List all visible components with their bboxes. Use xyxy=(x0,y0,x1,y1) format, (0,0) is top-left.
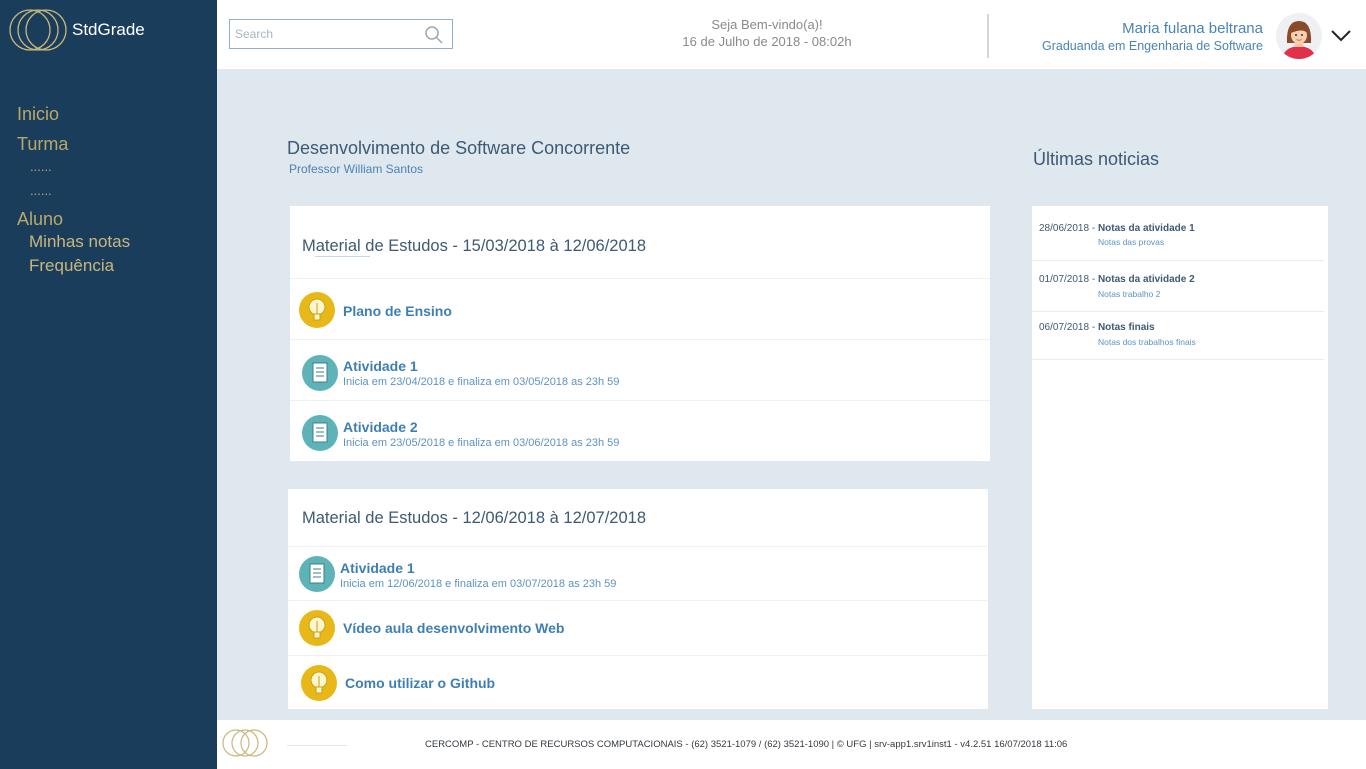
news-date: 01/07/2018 - xyxy=(1039,274,1098,285)
sidebar-item-aluno[interactable]: Aluno xyxy=(17,208,130,230)
sidebar-item-frequencia[interactable]: Frequência xyxy=(29,254,130,278)
search-box xyxy=(229,19,453,49)
logo-icon xyxy=(9,9,67,51)
item-title[interactable]: Atividade 1 xyxy=(343,358,619,374)
brand[interactable]: StdGrade xyxy=(8,8,145,52)
sidebar-nav: Inicio Turma ...... ...... Aluno Minhas … xyxy=(17,103,130,278)
list-item[interactable]: Atividade 2 Inicia em 23/05/2018 e final… xyxy=(290,400,990,461)
news-item[interactable]: 06/07/2018 - Notas finais Notas dos trab… xyxy=(1032,312,1324,360)
course-title: Desenvolvimento de Software Concorrente xyxy=(287,138,631,158)
user-info[interactable]: Maria fulana beltrana Graduanda em Engen… xyxy=(1042,20,1263,54)
news-headline: Notas finais xyxy=(1097,322,1155,333)
list-item[interactable]: Atividade 1 Inicia em 23/04/2018 e final… xyxy=(290,339,990,400)
header-divider xyxy=(987,14,989,58)
document-icon xyxy=(299,556,335,592)
item-title[interactable]: Vídeo aula desenvolvimento Web xyxy=(343,620,564,636)
lightbulb-icon xyxy=(299,610,335,646)
welcome-text: Seja Bem-vindo(a)! xyxy=(711,17,823,32)
document-icon xyxy=(302,415,338,451)
sidebar-item-turma[interactable]: Turma xyxy=(17,133,130,155)
welcome-block: Seja Bem-vindo(a)! 16 de Julho de 2018 -… xyxy=(637,16,897,50)
user-name: Maria fulana beltrana xyxy=(1122,20,1263,37)
item-subtitle: Inicia em 23/04/2018 e finaliza em 03/05… xyxy=(343,376,620,388)
footer-logo-icon xyxy=(222,729,268,757)
course-professor: Professor William Santos xyxy=(289,162,424,176)
list-item[interactable]: Plano de Ensino xyxy=(290,278,990,339)
sidebar-item-turma-1[interactable]: ...... xyxy=(30,155,130,179)
search-icon[interactable] xyxy=(424,25,444,50)
material-card-2: Material de Estudos - 12/06/2018 à 12/07… xyxy=(288,489,988,709)
lightbulb-icon xyxy=(299,292,335,328)
item-title[interactable]: Como utilizar o Github xyxy=(345,675,495,691)
user-role: Graduanda em Engenharia de Software xyxy=(1042,39,1263,53)
lightbulb-icon xyxy=(301,665,337,701)
news-subtitle: Notas dos trabalhos finais xyxy=(1098,337,1196,347)
header: Seja Bem-vindo(a)! 16 de Julho de 2018 -… xyxy=(217,0,1366,69)
list-item[interactable]: Como utilizar o Github xyxy=(288,655,988,709)
current-date: 16 de Julho de 2018 - 08:02h xyxy=(682,34,852,49)
list-item[interactable]: Atividade 1 Inicia em 12/06/2018 e final… xyxy=(288,546,988,600)
news-panel: 28/06/2018 - Notas da atividade 1 Notas … xyxy=(1032,206,1328,709)
news-date: 28/06/2018 - xyxy=(1039,223,1098,234)
sidebar-item-turma-2[interactable]: ...... xyxy=(30,179,130,203)
news-subtitle: Notas das provas xyxy=(1098,237,1165,247)
item-title[interactable]: Plano de Ensino xyxy=(343,303,452,319)
item-title[interactable]: Atividade 2 xyxy=(343,419,619,435)
card-title: Material de Estudos - 15/03/2018 à 12/06… xyxy=(302,237,646,255)
sidebar-item-minhas-notas[interactable]: Minhas notas xyxy=(29,230,130,254)
footer-divider xyxy=(287,745,347,746)
news-headline: Notas da atividade 1 xyxy=(1097,223,1195,234)
item-title[interactable]: Atividade 1 xyxy=(340,560,616,576)
document-icon xyxy=(302,355,338,391)
chevron-down-icon[interactable] xyxy=(1330,29,1352,48)
item-subtitle: Inicia em 23/05/2018 e finaliza em 03/06… xyxy=(343,437,620,449)
card-title: Material de Estudos - 12/06/2018 à 12/07… xyxy=(302,509,646,527)
footer-text: CERCOMP - CENTRO DE RECURSOS COMPUTACION… xyxy=(425,739,1068,750)
news-headline: Notas da atividade 2 xyxy=(1097,274,1195,285)
title-underline xyxy=(315,256,370,257)
news-title: Últimas noticias xyxy=(1033,149,1160,169)
footer: CERCOMP - CENTRO DE RECURSOS COMPUTACION… xyxy=(217,720,1366,769)
search-input[interactable] xyxy=(230,21,420,47)
news-subtitle: Notas trabalho 2 xyxy=(1098,289,1161,299)
news-item[interactable]: 28/06/2018 - Notas da atividade 1 Notas … xyxy=(1032,206,1324,261)
material-card-1: Material de Estudos - 15/03/2018 à 12/06… xyxy=(290,206,990,461)
list-item[interactable]: Vídeo aula desenvolvimento Web xyxy=(288,600,988,655)
avatar[interactable] xyxy=(1276,13,1322,59)
news-item[interactable]: 01/07/2018 - Notas da atividade 2 Notas … xyxy=(1032,261,1324,312)
sidebar-item-inicio[interactable]: Inicio xyxy=(17,103,130,125)
sidebar: StdGrade Inicio Turma ...... ...... Alun… xyxy=(0,0,217,769)
brand-name: StdGrade xyxy=(72,20,145,39)
news-date: 06/07/2018 - xyxy=(1039,322,1098,333)
item-subtitle: Inicia em 12/06/2018 e finaliza em 03/07… xyxy=(340,578,617,590)
